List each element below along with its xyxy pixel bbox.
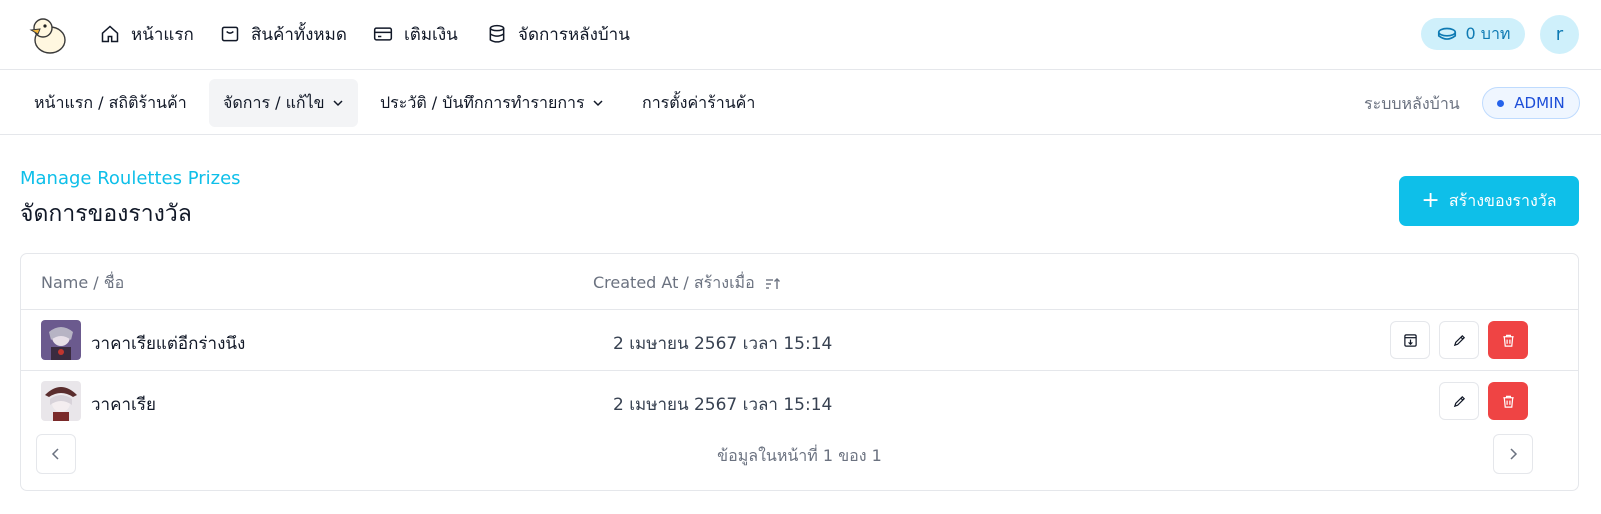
coin-icon bbox=[1437, 27, 1456, 40]
subnav-store-settings[interactable]: การตั้งค่าร้านค้า bbox=[628, 79, 769, 127]
nav-backend-label: จัดการหลังบ้าน bbox=[518, 24, 630, 45]
subnav-history[interactable]: ประวัติ / บันทึกการทำรายการ bbox=[366, 79, 618, 127]
balance-amount: 0 บาท bbox=[1465, 23, 1511, 43]
nav-all-products[interactable]: สินค้าทั้งหมด bbox=[220, 20, 347, 48]
credit-card-icon bbox=[373, 27, 393, 41]
chevron-down-icon bbox=[333, 100, 343, 107]
table-row[interactable]: วาคาเรียแต่อีกร่างนึง 2 เมษายน 2567 เวลา… bbox=[21, 310, 1578, 371]
prize-created-at: 2 เมษายน 2567 เวลา 15:14 bbox=[613, 334, 833, 354]
admin-subnav: หน้าแรก / สถิติร้านค้า จัดการ / แก้ไข ปร… bbox=[0, 70, 1601, 135]
home-icon bbox=[101, 25, 119, 43]
pencil-icon bbox=[1453, 395, 1465, 407]
next-page-button[interactable] bbox=[1493, 434, 1533, 474]
sort-ascending-icon[interactable] bbox=[765, 276, 781, 292]
table-header: Name / ชื่อ Created At / สร้างเมื่อ bbox=[21, 254, 1578, 310]
edit-button[interactable] bbox=[1439, 382, 1479, 420]
database-icon bbox=[489, 24, 505, 43]
subnav-store-settings-label: การตั้งค่าร้านค้า bbox=[642, 92, 756, 112]
column-created-at-label: Created At / สร้างเมื่อ bbox=[593, 273, 755, 292]
page-title: จัดการของรางวัล bbox=[20, 201, 192, 227]
pagination-info: ข้อมูลในหน้าที่ 1 ของ 1 bbox=[717, 446, 882, 465]
edit-button[interactable] bbox=[1439, 321, 1479, 359]
nav-backend[interactable]: จัดการหลังบ้าน bbox=[487, 20, 630, 48]
delete-button[interactable] bbox=[1488, 382, 1528, 420]
store-icon bbox=[221, 26, 239, 42]
page-subtitle: Manage Roulettes Prizes bbox=[20, 168, 241, 189]
nav-topup-label: เติมเงิน bbox=[404, 24, 458, 45]
trash-icon bbox=[1502, 395, 1514, 408]
backend-system-label: ระบบหลังบ้าน bbox=[1364, 94, 1460, 113]
create-prize-label: สร้างของรางวัล bbox=[1448, 190, 1557, 210]
column-created-at-header[interactable]: Created At / สร้างเมื่อ bbox=[593, 271, 781, 296]
prize-thumbnail bbox=[41, 381, 81, 421]
top-navbar: หน้าแรก สินค้าทั้งหมด เติมเงิน จัดการหลั… bbox=[0, 0, 1601, 70]
balance-badge[interactable]: 0 บาท bbox=[1421, 18, 1525, 50]
nav-all-products-label: สินค้าทั้งหมด bbox=[251, 24, 347, 45]
chevron-down-icon bbox=[593, 100, 603, 107]
role-badge: ADMIN bbox=[1482, 87, 1580, 119]
subnav-home-stats-label: หน้าแรก / สถิติร้านค้า bbox=[34, 92, 187, 112]
prizes-table: Name / ชื่อ Created At / สร้างเมื่อ วาคา… bbox=[20, 253, 1579, 491]
plus-icon: + bbox=[1421, 188, 1440, 213]
subnav-history-label: ประวัติ / บันทึกการทำรายการ bbox=[380, 92, 585, 112]
duck-logo-icon[interactable] bbox=[26, 14, 68, 56]
prize-created-at: 2 เมษายน 2567 เวลา 15:14 bbox=[613, 395, 833, 415]
table-row[interactable]: วาคาเรีย 2 เมษายน 2567 เวลา 15:14 bbox=[21, 371, 1578, 432]
subnav-manage-edit-label: จัดการ / แก้ไข bbox=[223, 92, 325, 112]
nav-home[interactable]: หน้าแรก bbox=[100, 20, 194, 48]
status-dot bbox=[1497, 99, 1505, 107]
delete-button[interactable] bbox=[1488, 321, 1528, 359]
column-name-label: Name / ชื่อ bbox=[41, 273, 125, 292]
subnav-manage-edit[interactable]: จัดการ / แก้ไข bbox=[209, 79, 358, 127]
create-prize-button[interactable]: + สร้างของรางวัล bbox=[1399, 176, 1579, 226]
pencil-icon bbox=[1453, 334, 1465, 346]
nav-home-label: หน้าแรก bbox=[131, 24, 194, 45]
prize-name: วาคาเรีย bbox=[91, 395, 156, 415]
user-avatar[interactable]: r bbox=[1540, 15, 1579, 54]
prize-name: วาคาเรียแต่อีกร่างนึง bbox=[91, 334, 246, 354]
archive-download-icon bbox=[1403, 333, 1417, 347]
nav-topup[interactable]: เติมเงิน bbox=[373, 20, 458, 48]
prize-thumbnail bbox=[41, 320, 81, 360]
subnav-home-stats[interactable]: หน้าแรก / สถิติร้านค้า bbox=[20, 79, 201, 127]
trash-icon bbox=[1502, 334, 1514, 347]
archive-button[interactable] bbox=[1390, 321, 1430, 359]
column-name-header[interactable]: Name / ชื่อ bbox=[41, 271, 124, 296]
chevron-right-icon bbox=[1510, 448, 1518, 460]
role-badge-label: ADMIN bbox=[1514, 94, 1565, 112]
